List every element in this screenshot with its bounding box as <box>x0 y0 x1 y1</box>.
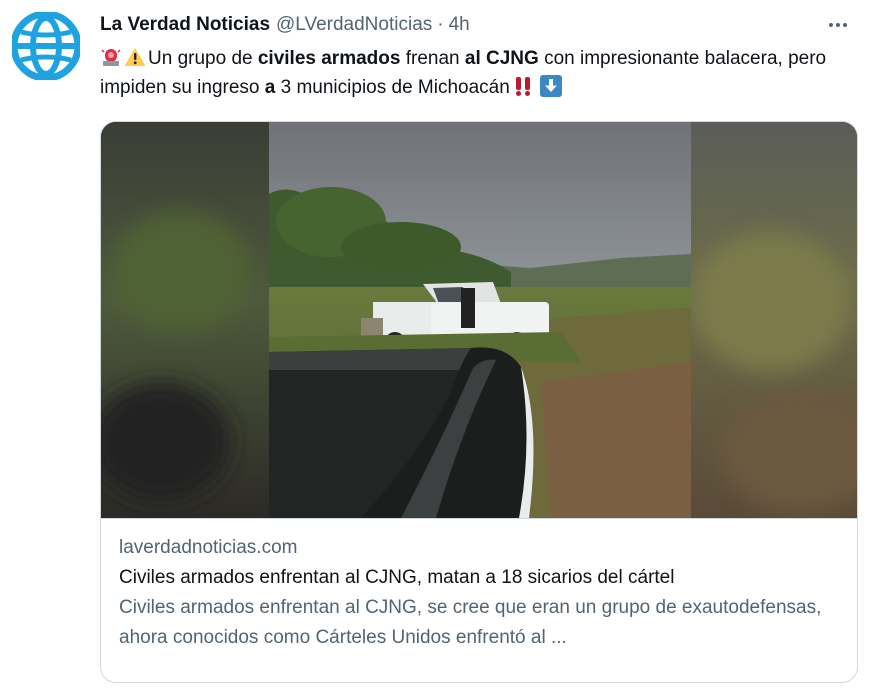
warning-icon <box>124 46 146 68</box>
more-dot <box>836 23 840 27</box>
card-info[interactable]: laverdadnoticias.com Civiles armados enf… <box>101 518 857 682</box>
video-still-image <box>101 122 857 518</box>
avatar[interactable] <box>12 12 80 80</box>
more-dot <box>843 23 847 27</box>
user-handle[interactable]: @LVerdadNoticias <box>276 14 432 36</box>
text-bold-segment: al CJNG <box>464 48 539 69</box>
more-options-button[interactable] <box>821 12 855 38</box>
down-arrow-icon <box>539 75 562 97</box>
text-segment: frenan <box>400 48 465 69</box>
display-name[interactable]: La Verdad Noticias <box>100 14 270 36</box>
separator-dot: · <box>437 14 444 35</box>
card-title: Civiles armados enfrentan al CJNG, matan… <box>119 567 675 588</box>
globe-logo-icon <box>12 12 80 80</box>
text-segment: Un grupo de <box>148 48 258 69</box>
tweet-header: La Verdad Noticias @LVerdadNoticias · 4h <box>100 12 855 38</box>
police-light-icon <box>100 46 122 68</box>
card-description: Civiles armados enfrentan al CJNG, se cr… <box>119 597 822 648</box>
tweet-text: Un grupo de civiles armados frenan al CJ… <box>100 44 840 102</box>
text-bold-segment: a <box>264 77 276 98</box>
link-card[interactable]: laverdadnoticias.com Civiles armados enf… <box>100 121 858 683</box>
double-exclamation-icon <box>512 75 534 97</box>
more-dot <box>829 23 833 27</box>
card-thumbnail[interactable] <box>101 122 857 518</box>
card-domain: laverdadnoticias.com <box>119 537 298 558</box>
timestamp[interactable]: 4h <box>449 14 470 36</box>
text-bold-segment: civiles armados <box>257 48 401 69</box>
text-segment: 3 municipios de Michoacán <box>275 77 510 98</box>
